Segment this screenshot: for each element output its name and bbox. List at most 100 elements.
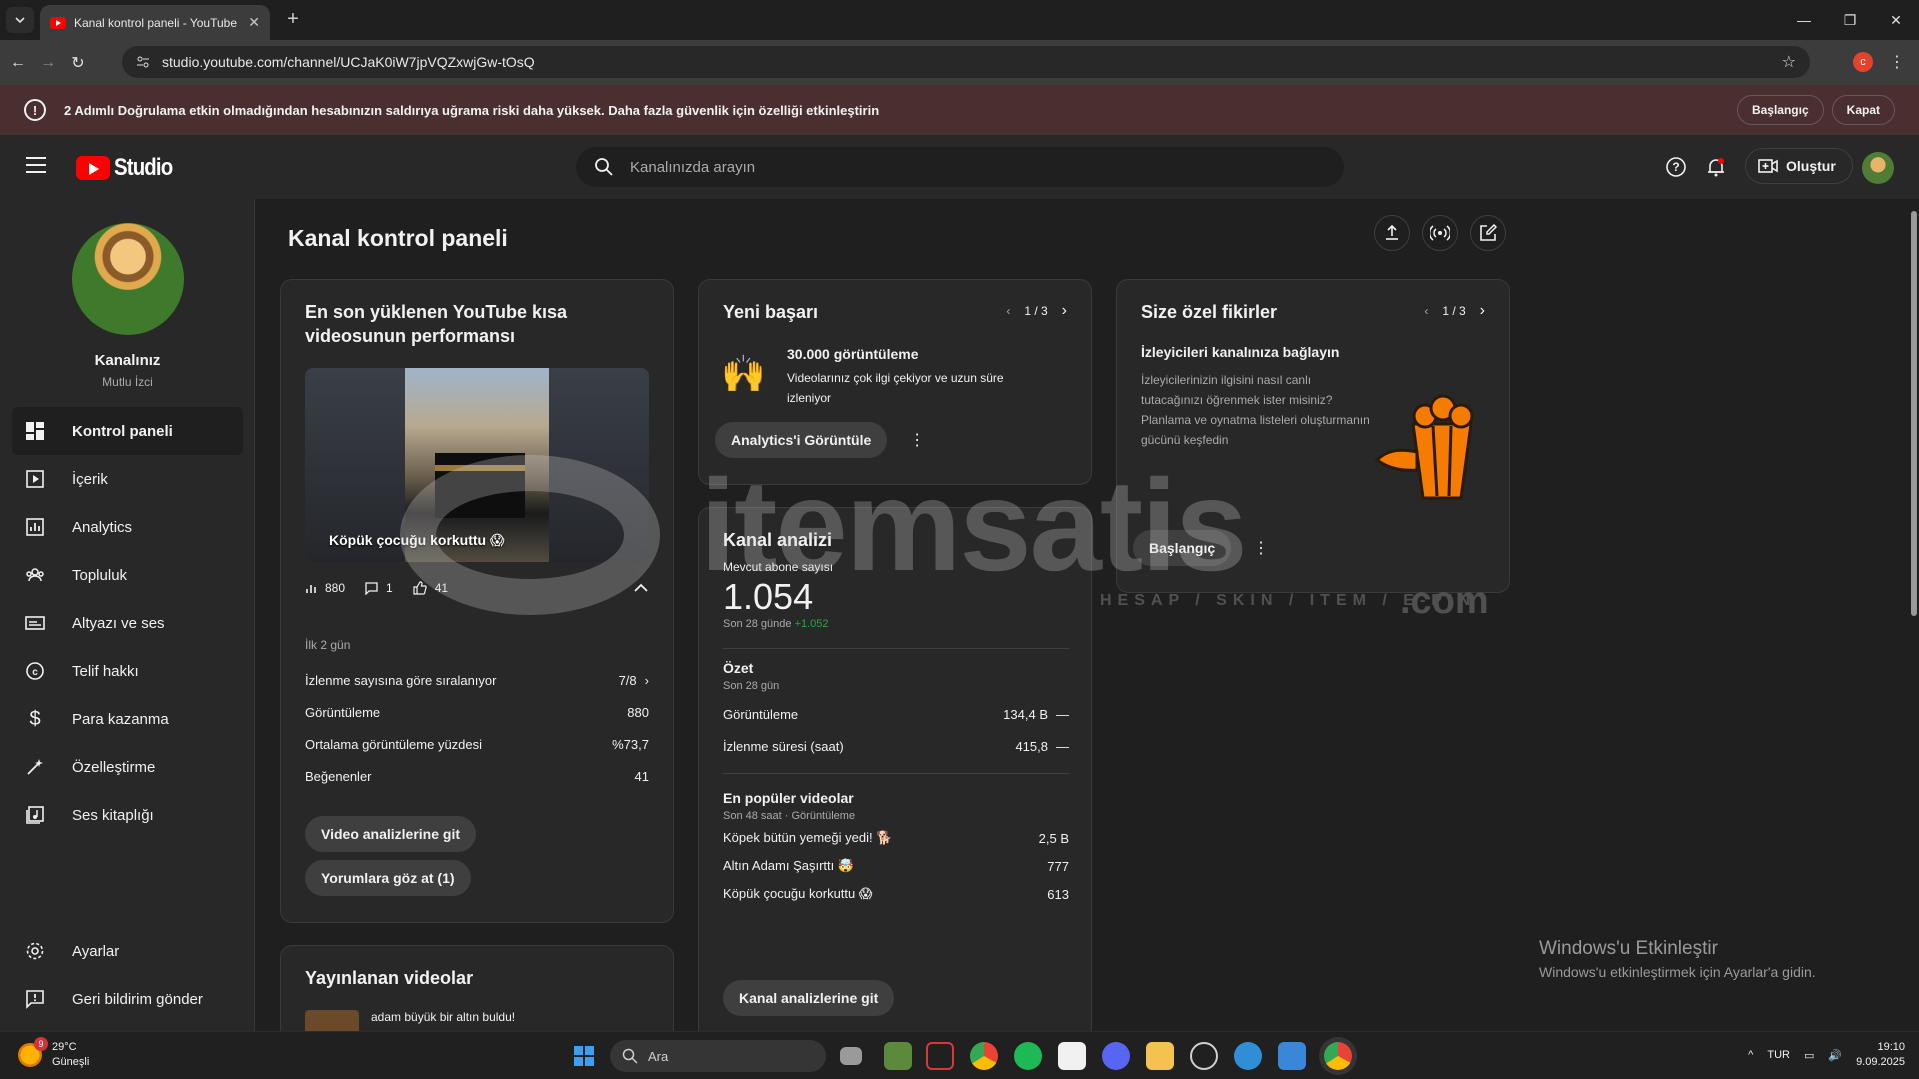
ideas-headline: İzleyicileri kanalınıza bağlayın — [1141, 344, 1340, 360]
video-thumbnail[interactable] — [305, 1010, 359, 1031]
account-avatar[interactable] — [1862, 152, 1894, 184]
task-view-icon[interactable] — [840, 1047, 862, 1065]
metric-row: Görüntüleme 880 — [305, 696, 649, 728]
subs-period: Son 28 günde — [723, 618, 792, 630]
chrome-icon[interactable] — [970, 1042, 998, 1070]
channel-analytics-button[interactable]: Kanal analizlerine git — [723, 980, 895, 1016]
obs-icon[interactable] — [1190, 1042, 1218, 1070]
capcut-icon[interactable] — [1058, 1042, 1086, 1070]
volume-icon[interactable]: 🔊 — [1828, 1049, 1842, 1062]
metric-label: Ortalama görüntüleme yüzdesi — [305, 736, 483, 752]
hamburger-menu-icon[interactable] — [26, 157, 46, 173]
chevron-up-icon[interactable]: ^ — [1748, 1049, 1753, 1061]
view-comments-button[interactable]: Yorumlara göz at (1) — [305, 860, 471, 896]
sidebar-item-content[interactable]: İçerik — [12, 455, 243, 503]
help-icon[interactable]: ? — [1664, 155, 1688, 179]
logo-text: Studio — [114, 154, 173, 181]
network-icon[interactable]: ▭ — [1804, 1049, 1814, 1062]
sidebar-item-customization[interactable]: Özelleştirme — [12, 743, 243, 791]
raised-hands-icon: 🙌 — [721, 353, 766, 394]
reload-button[interactable]: ↻ — [66, 51, 90, 75]
video-analytics-button[interactable]: Video analizlerine git — [305, 816, 477, 852]
top-videos-period: Son 48 saat · Görüntüleme — [723, 810, 856, 822]
restore-button[interactable]: ❐ — [1827, 0, 1873, 40]
sidebar-item-label: Analytics — [72, 518, 133, 536]
chevron-left-icon[interactable]: ‹ — [1006, 304, 1010, 318]
top-video-row[interactable]: Altın Adamı Şaşırttı 🤯 777 — [723, 852, 1069, 880]
ideas-pager: ‹ 1 / 3 › — [1424, 302, 1485, 320]
ideas-start-button[interactable]: Başlangıç — [1133, 530, 1232, 566]
taskbar-search[interactable]: Ara — [610, 1040, 826, 1072]
notifications-bell-icon[interactable] — [1704, 155, 1728, 179]
security-warning-banner: ! 2 Adımlı Doğrulama etkin olmadığından … — [0, 85, 1919, 135]
tab-search-button[interactable] — [6, 7, 34, 33]
short-thumbnail[interactable]: Köpük çocuğu korkuttu 😱 — [305, 368, 649, 562]
windows-start-icon[interactable] — [570, 1042, 598, 1070]
sidebar-item-analytics[interactable]: Analytics — [12, 503, 243, 551]
minimize-button[interactable]: — — [1781, 0, 1827, 40]
sidebar-item-audio-library[interactable]: Ses kitaplığı — [12, 791, 243, 839]
dollar-icon: $ — [29, 707, 41, 730]
sidebar-item-community[interactable]: Topluluk — [12, 551, 243, 599]
address-bar[interactable]: studio.youtube.com/channel/UCJaK0iW7jpVQ… — [122, 46, 1810, 78]
top-video-title: Köpek bütün yemeği yedi! 🐕 — [723, 830, 893, 845]
clock-date: 9.09.2025 — [1856, 1056, 1905, 1068]
temperature: 29°C — [52, 1041, 77, 1053]
whatsapp-icon[interactable] — [1234, 1042, 1262, 1070]
browser-menu-icon[interactable]: ⋮ — [1889, 52, 1905, 72]
file-explorer-icon[interactable] — [1146, 1042, 1174, 1070]
sidebar-item-feedback[interactable]: Geri bildirim gönder — [12, 975, 243, 1023]
studio-logo[interactable]: Studio — [76, 154, 183, 182]
latest-short-title: En son yüklenen YouTube kısa videosunun … — [305, 302, 568, 346]
go-live-button[interactable] — [1422, 215, 1458, 251]
upload-button[interactable] — [1374, 215, 1410, 251]
bookmark-star-icon[interactable]: ☆ — [1782, 52, 1796, 72]
banner-start-button[interactable]: Başlangıç — [1736, 95, 1824, 125]
banner-close-button[interactable]: Kapat — [1831, 95, 1895, 125]
tab-close-icon[interactable]: ✕ — [248, 14, 260, 31]
sidebar-item-copyright[interactable]: c Telif hakkı — [12, 647, 243, 695]
weather-widget[interactable]: 9 29°C Güneşli — [18, 1037, 89, 1070]
site-settings-icon[interactable] — [136, 55, 150, 69]
page-scrollbar[interactable] — [1909, 199, 1919, 1031]
new-tab-button[interactable]: + — [281, 8, 305, 31]
create-post-button[interactable] — [1470, 215, 1506, 251]
sidebar-item-subtitles[interactable]: Altyazı ve ses — [12, 599, 243, 647]
sidebar-item-dashboard[interactable]: Kontrol paneli — [12, 407, 243, 455]
more-options-icon[interactable]: ⋮ — [1253, 538, 1269, 558]
chrome-active-icon[interactable] — [1324, 1042, 1352, 1070]
more-options-icon[interactable]: ⋮ — [909, 430, 925, 450]
scrollbar-thumb[interactable] — [1911, 211, 1917, 616]
chevron-up-icon[interactable] — [633, 580, 649, 596]
sidebar-bottom-nav: Ayarlar Geri bildirim gönder — [12, 927, 243, 1023]
channel-avatar[interactable] — [72, 223, 184, 335]
create-button[interactable]: Oluştur — [1745, 148, 1853, 184]
spotify-icon[interactable] — [1014, 1042, 1042, 1070]
top-video-row[interactable]: Köpük çocuğu korkuttu 😱 613 — [723, 880, 1069, 908]
top-video-row[interactable]: Köpek bütün yemeği yedi! 🐕 2,5 B — [723, 824, 1069, 852]
sidebar-item-settings[interactable]: Ayarlar — [12, 927, 243, 975]
valorant-icon[interactable] — [926, 1042, 954, 1070]
chevron-right-icon[interactable]: › — [1480, 302, 1485, 320]
system-clock[interactable]: 19:10 9.09.2025 — [1856, 1040, 1905, 1070]
view-analytics-button[interactable]: Analytics'i Görüntüle — [715, 422, 888, 458]
ranking-row[interactable]: İzlenme sayısına göre sıralanıyor 7/8 › — [305, 664, 649, 696]
close-window-button[interactable]: ✕ — [1873, 0, 1919, 40]
sidebar-item-monetization[interactable]: $ Para kazanma — [12, 695, 243, 743]
browser-profile-avatar[interactable]: c — [1853, 52, 1873, 72]
discord-icon[interactable] — [1102, 1042, 1130, 1070]
summary-row: Görüntüleme 134,4 B — — [723, 698, 1069, 730]
chevron-left-icon[interactable]: ‹ — [1424, 304, 1428, 318]
dashboard-icon — [24, 420, 46, 442]
minecraft-icon[interactable] — [884, 1042, 912, 1070]
channel-search-input[interactable]: Kanalınızda arayın — [576, 147, 1344, 187]
video-title[interactable]: adam büyük bir altın buldu! — [371, 1010, 515, 1024]
forward-button[interactable]: → — [36, 51, 60, 75]
comments-count: 1 — [386, 581, 393, 595]
summary-label: Görüntüleme — [723, 706, 799, 722]
back-button[interactable]: ← — [6, 51, 30, 75]
language-indicator[interactable]: TUR — [1767, 1049, 1790, 1061]
chevron-right-icon[interactable]: › — [1062, 302, 1067, 320]
photos-icon[interactable] — [1278, 1042, 1306, 1070]
browser-tab[interactable]: Kanal kontrol paneli - YouTube ✕ — [40, 5, 270, 40]
